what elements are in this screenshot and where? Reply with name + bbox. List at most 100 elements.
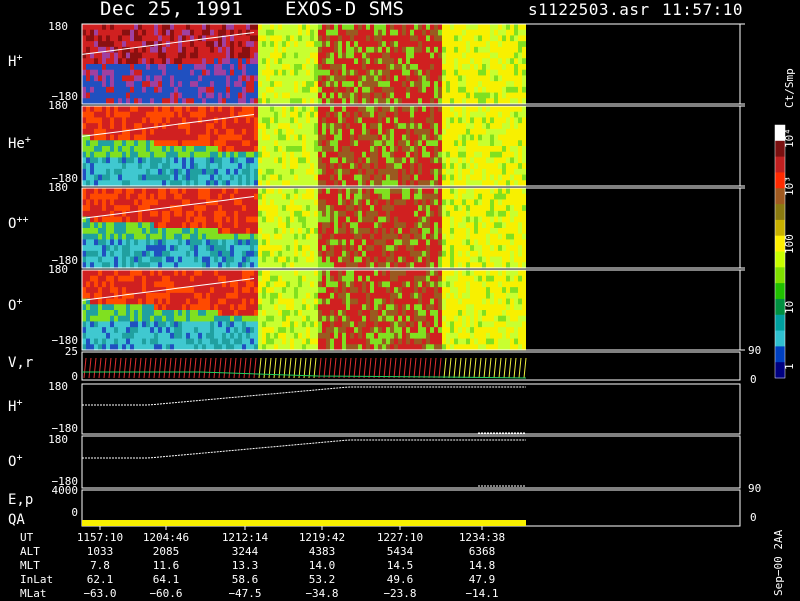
spectrogram-cell xyxy=(182,151,186,159)
spectrogram-cell xyxy=(82,41,86,48)
spectrogram-cell xyxy=(506,29,510,37)
spectrogram-cell xyxy=(382,86,386,94)
spectrogram-cell xyxy=(346,222,350,229)
spectrogram-cell xyxy=(250,146,254,153)
spectrogram-cell xyxy=(326,188,330,195)
spectrogram-cell xyxy=(190,256,194,263)
spectrogram-cell xyxy=(166,304,170,311)
spectrogram-cell xyxy=(150,128,154,136)
spectrogram-cell xyxy=(454,134,458,141)
spectrogram-cell xyxy=(426,199,430,206)
spectrogram-cell xyxy=(250,35,254,42)
spectrogram-cell xyxy=(86,228,90,235)
spectrogram-cell xyxy=(342,24,346,31)
spectrogram-cell xyxy=(218,111,222,119)
spectrogram-cell xyxy=(186,250,190,258)
spectrogram-cell xyxy=(354,106,358,113)
spectrogram-cell xyxy=(190,228,194,235)
spectrogram-cell xyxy=(374,233,378,241)
spectrogram-cell xyxy=(310,24,314,31)
spectrogram-cell xyxy=(290,188,294,195)
spectrogram-cell xyxy=(518,106,522,113)
spectrogram-cell xyxy=(110,64,114,71)
spectrogram-cell xyxy=(234,210,238,218)
spectrogram-cell xyxy=(322,174,326,181)
spectrogram-cell xyxy=(302,46,306,54)
spectrogram-cell xyxy=(82,270,86,277)
spectrogram-cell xyxy=(438,69,442,77)
spectrogram-cell xyxy=(90,233,94,241)
spectrogram-cell xyxy=(330,228,334,235)
spectrogram-cell xyxy=(254,81,258,88)
spectrogram-cell xyxy=(86,46,90,54)
spectrogram-cell xyxy=(474,222,478,229)
spectrogram-cell xyxy=(262,46,266,54)
spectrogram-cell xyxy=(82,29,86,37)
spectrogram-cell xyxy=(254,29,258,37)
spectrogram-cell xyxy=(354,205,358,212)
spectrogram-cell xyxy=(350,151,354,159)
spectrogram-cell xyxy=(490,24,494,31)
spectrogram-cell xyxy=(122,46,126,54)
spectrogram-cell xyxy=(146,106,150,113)
spectrogram-cell xyxy=(358,86,362,94)
spectrogram-cell xyxy=(198,205,202,212)
spectrogram-cell xyxy=(498,216,502,223)
spectrogram-cell xyxy=(174,52,178,59)
spectrogram-cell xyxy=(442,128,446,136)
spectrogram-cell xyxy=(306,29,310,37)
spectrogram-cell xyxy=(302,193,306,201)
spectrogram-cell xyxy=(170,304,174,311)
spectrogram-cell xyxy=(266,163,270,170)
spectrogram-cell xyxy=(186,163,190,170)
spectrogram-cell xyxy=(286,210,290,218)
spectrogram-cell xyxy=(390,239,394,246)
spectrogram-cell xyxy=(158,128,162,136)
spectrogram-cell xyxy=(346,123,350,130)
spectrogram-cell xyxy=(490,123,494,130)
spectrogram-cell xyxy=(322,29,326,37)
spectrogram-cell xyxy=(438,245,442,252)
spectrogram-cell xyxy=(302,64,306,71)
spectrogram-cell xyxy=(442,157,446,164)
spectrogram-cell xyxy=(390,157,394,164)
spectrogram-cell xyxy=(486,140,490,147)
spectrogram-cell xyxy=(234,151,238,159)
spectrogram-cell xyxy=(126,256,130,263)
spectrogram-cell xyxy=(238,41,242,48)
spectrogram-cell xyxy=(450,163,454,170)
spectrogram-cell xyxy=(518,41,522,48)
spectrogram-cell xyxy=(250,75,254,82)
spectrogram-cell xyxy=(434,168,438,176)
spectrogram-cell xyxy=(498,81,502,88)
spectrogram-cell xyxy=(206,123,210,130)
spectrogram-cell xyxy=(134,140,138,147)
spectrogram-cell xyxy=(374,24,378,31)
spectrogram-cell xyxy=(494,69,498,77)
spectrogram-cell xyxy=(310,46,314,54)
spectrogram-cell xyxy=(110,275,114,283)
spectrogram-cell xyxy=(142,281,146,288)
spectrogram-cell xyxy=(346,216,350,223)
spectrogram-cell xyxy=(402,205,406,212)
spectrogram-cell xyxy=(394,106,398,113)
spectrogram-cell xyxy=(146,239,150,246)
spectrogram-cell xyxy=(506,46,510,54)
spectrogram-cell xyxy=(430,216,434,223)
spectrogram-cell xyxy=(114,52,118,59)
spectrogram-cell xyxy=(418,92,422,99)
spectrogram-cell xyxy=(146,338,150,345)
spectrogram-cell xyxy=(154,228,158,235)
spectrogram-cell xyxy=(290,245,294,252)
spectrogram-cell xyxy=(326,69,330,77)
spectrogram-cell xyxy=(354,157,358,164)
spectrogram-cell xyxy=(250,168,254,176)
spectrogram-cell xyxy=(102,287,106,294)
spectrogram-cell xyxy=(290,174,294,181)
spectrogram-cell xyxy=(102,256,106,263)
spectrogram-cell xyxy=(334,239,338,246)
spectrogram-cell xyxy=(294,245,298,252)
spectrogram-cell xyxy=(290,157,294,164)
spectrogram-cell xyxy=(158,163,162,170)
spectrogram-cell xyxy=(110,205,114,212)
